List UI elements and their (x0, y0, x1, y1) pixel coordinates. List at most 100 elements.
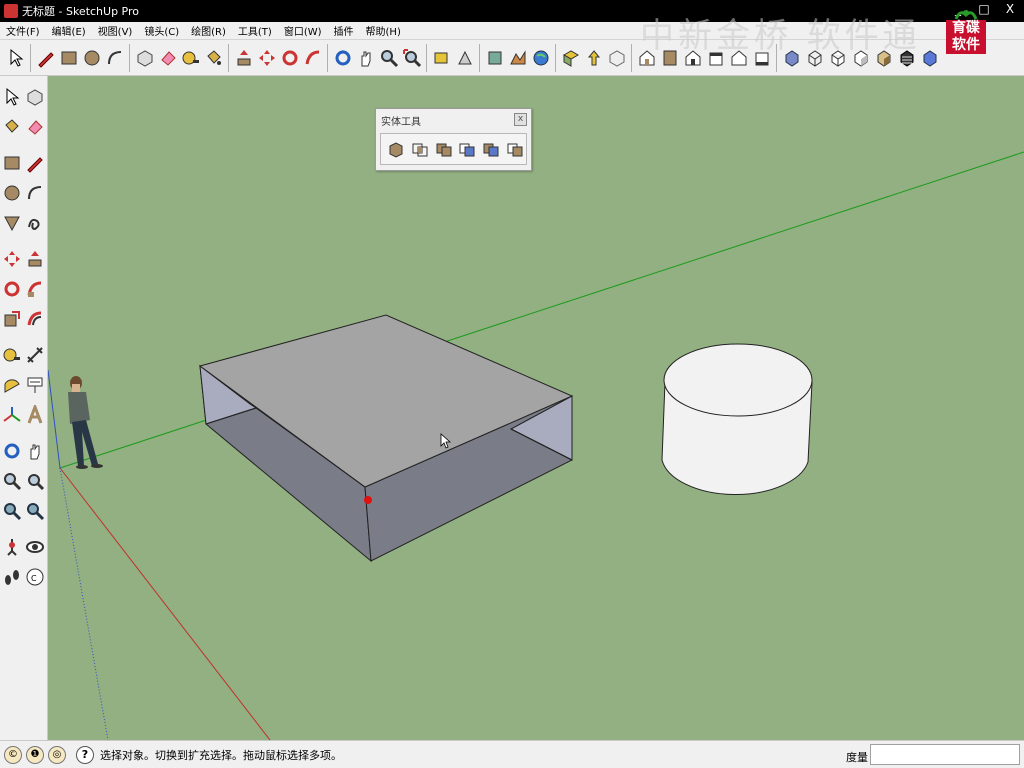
panel-header[interactable]: 实体工具 x (376, 109, 531, 131)
offset-tool-icon[interactable] (25, 307, 46, 331)
pan-tool-icon[interactable] (25, 439, 46, 463)
box-solid[interactable] (198, 314, 574, 563)
get-models-icon[interactable] (560, 47, 582, 69)
user-status-icon[interactable]: ◎ (48, 745, 66, 764)
3d-text-tool-icon[interactable] (25, 403, 46, 427)
rectangle-tool-icon[interactable] (2, 151, 23, 175)
menu-tools[interactable]: 工具(T) (232, 23, 278, 38)
scene-canvas[interactable] (48, 76, 1024, 740)
subtract-solid-icon[interactable] (456, 137, 478, 161)
move-tool-icon[interactable] (2, 247, 23, 271)
toggle-terrain-icon[interactable] (507, 47, 529, 69)
menu-view[interactable]: 视图(V) (92, 23, 139, 38)
eraser-tool-icon[interactable] (157, 47, 179, 69)
close-button[interactable]: X (1002, 2, 1018, 16)
xray-style-icon[interactable] (781, 47, 803, 69)
cylinder-solid[interactable] (661, 343, 813, 496)
rotate-tool-icon[interactable] (279, 47, 301, 69)
intersect-solid-icon[interactable] (409, 137, 431, 161)
next-view-icon[interactable] (454, 47, 476, 69)
scale-figure-person[interactable] (68, 376, 103, 469)
previous-view-icon[interactable] (431, 47, 453, 69)
geolocation-status-icon[interactable]: © (4, 745, 22, 764)
toolbar-row (0, 436, 47, 466)
move-tool-icon[interactable] (256, 47, 278, 69)
zoom-tool-icon[interactable] (2, 469, 23, 493)
axes-tool-icon[interactable] (2, 403, 23, 427)
menu-draw[interactable]: 绘图(R) (185, 23, 232, 38)
tape-measure-icon[interactable] (2, 343, 23, 367)
trim-solid-icon[interactable] (480, 137, 502, 161)
google-earth-icon[interactable] (530, 47, 552, 69)
back-view-icon[interactable] (728, 47, 750, 69)
hidden-line-style-icon[interactable] (827, 47, 849, 69)
arc-tool-icon[interactable] (25, 181, 46, 205)
share-model-icon[interactable] (583, 47, 605, 69)
credits-status-icon[interactable]: ❶ (26, 745, 44, 764)
left-view-icon[interactable] (751, 47, 773, 69)
iso-view-icon[interactable] (636, 47, 658, 69)
rotate-tool-icon[interactable] (2, 277, 23, 301)
polygon-tool-icon[interactable] (2, 211, 23, 235)
look-around-icon[interactable] (25, 535, 46, 559)
orbit-tool-icon[interactable] (2, 439, 23, 463)
orbit-tool-icon[interactable] (332, 47, 354, 69)
eraser-tool-icon[interactable] (25, 115, 46, 139)
next-view-icon[interactable] (25, 499, 46, 523)
tape-measure-icon[interactable] (180, 47, 202, 69)
pan-tool-icon[interactable] (355, 47, 377, 69)
3d-viewport[interactable] (48, 76, 1024, 740)
solid-tools-panel[interactable]: 实体工具 x (375, 108, 532, 171)
outer-shell-icon[interactable] (385, 137, 407, 161)
textured-style-icon[interactable] (873, 47, 895, 69)
push-pull-icon[interactable] (25, 247, 46, 271)
circle-tool-icon[interactable] (2, 181, 23, 205)
zoom-window-icon[interactable] (25, 469, 46, 493)
color-by-layer-icon[interactable] (919, 47, 941, 69)
split-solid-icon[interactable] (504, 137, 526, 161)
union-solid-icon[interactable] (433, 137, 455, 161)
monochrome-style-icon[interactable] (896, 47, 918, 69)
paint-bucket-icon[interactable] (2, 115, 23, 139)
scale-tool-icon[interactable] (2, 307, 23, 331)
help-icon[interactable]: ? (76, 745, 94, 764)
circle-tool-icon[interactable] (81, 47, 103, 69)
rectangle-tool-icon[interactable] (58, 47, 80, 69)
paint-bucket-icon[interactable] (203, 47, 225, 69)
follow-me-icon[interactable] (25, 277, 46, 301)
share-component-icon[interactable] (606, 47, 628, 69)
wireframe-style-icon[interactable] (804, 47, 826, 69)
panel-close-button[interactable]: x (514, 113, 527, 126)
text-tool-icon[interactable] (25, 373, 46, 397)
walk-tool-icon[interactable] (2, 565, 23, 589)
top-view-icon[interactable] (659, 47, 681, 69)
select-tool-icon[interactable] (2, 85, 23, 109)
menu-camera[interactable]: 镜头(C) (138, 23, 185, 38)
right-view-icon[interactable] (705, 47, 727, 69)
section-plane-icon[interactable]: C (25, 565, 46, 589)
arc-tool-icon[interactable] (104, 47, 126, 69)
shaded-style-icon[interactable] (850, 47, 872, 69)
measurements-input[interactable] (870, 744, 1020, 765)
make-component-icon[interactable] (25, 85, 46, 109)
menu-help[interactable]: 帮助(H) (360, 23, 407, 38)
freehand-tool-icon[interactable] (25, 211, 46, 235)
follow-me-icon[interactable] (302, 47, 324, 69)
zoom-extents-icon[interactable] (401, 47, 423, 69)
pencil-tool-icon[interactable] (35, 47, 57, 69)
add-location-icon[interactable] (484, 47, 506, 69)
zoom-tool-icon[interactable] (378, 47, 400, 69)
menu-plugins[interactable]: 插件 (328, 23, 360, 38)
dimension-tool-icon[interactable] (25, 343, 46, 367)
menu-edit[interactable]: 编辑(E) (46, 23, 92, 38)
menu-file[interactable]: 文件(F) (0, 23, 46, 38)
front-view-icon[interactable] (682, 47, 704, 69)
make-component-icon[interactable] (134, 47, 156, 69)
pencil-tool-icon[interactable] (25, 151, 46, 175)
protractor-tool-icon[interactable] (2, 373, 23, 397)
push-pull-icon[interactable] (233, 47, 255, 69)
position-camera-icon[interactable] (2, 535, 23, 559)
previous-view-icon[interactable] (2, 499, 23, 523)
select-tool-icon[interactable] (5, 47, 27, 69)
menu-window[interactable]: 窗口(W) (278, 23, 328, 38)
